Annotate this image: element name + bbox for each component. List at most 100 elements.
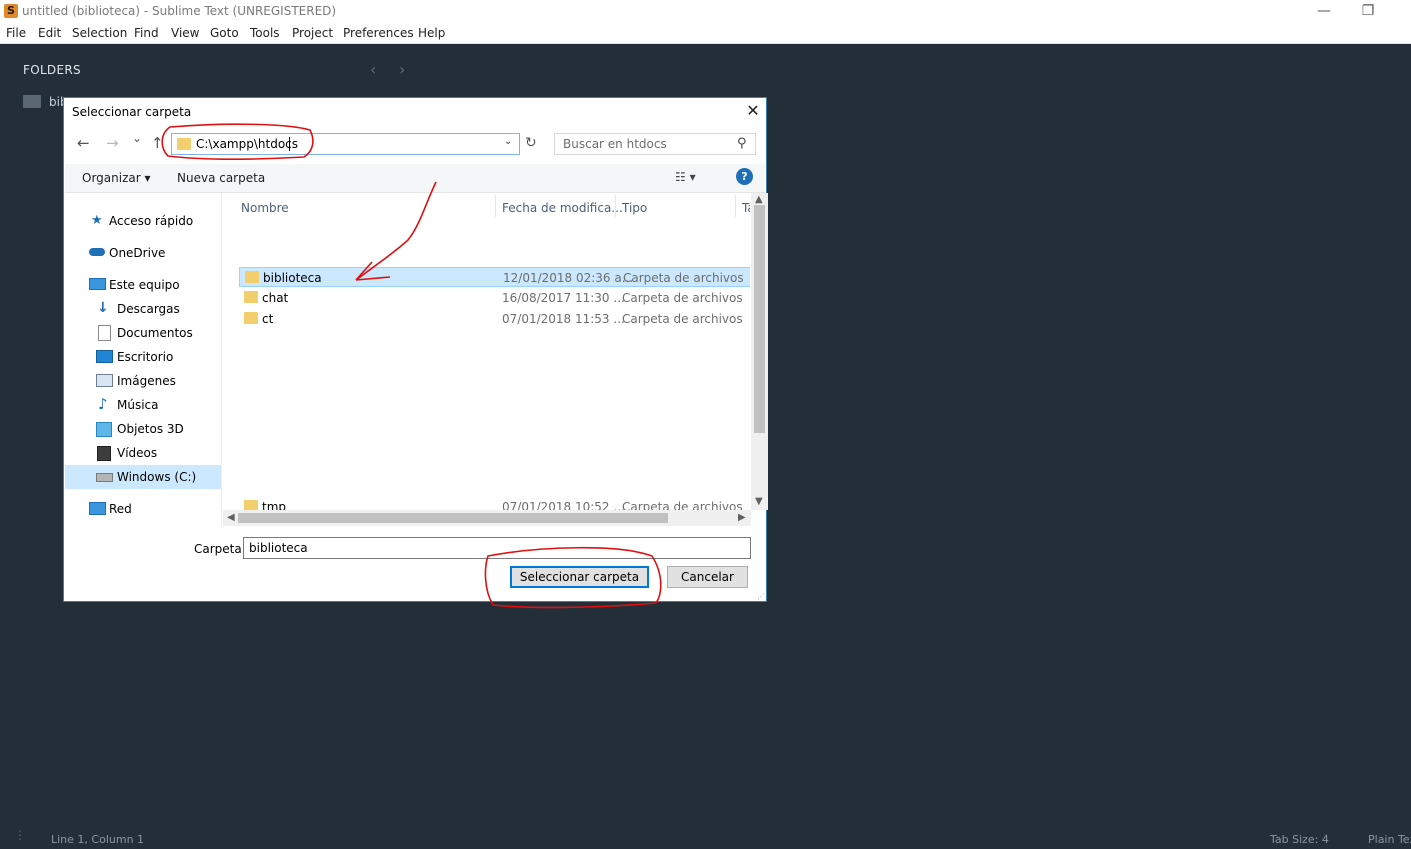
nav-item-music[interactable]: ♪ Música [65,393,221,417]
nav-item-onedrive[interactable]: OneDrive [65,241,221,265]
image-icon [96,374,113,387]
file-name: chat [262,291,289,305]
nav-item-videos[interactable]: Vídeos [65,441,221,465]
scroll-left-arrow-icon[interactable]: ◀ [227,512,235,523]
chevron-down-icon[interactable]: ⌄ [504,136,512,147]
search-input[interactable]: Buscar en htdocs ⚲ [554,133,756,155]
video-icon [97,446,111,461]
file-row-chat[interactable]: chat 16/08/2017 11:30 ... Carpeta de arc… [239,288,750,308]
new-folder-button[interactable]: Nueva carpeta [177,171,265,185]
column-header-type[interactable]: Tipo [622,201,647,215]
close-icon[interactable]: ✕ [740,100,766,122]
file-type: Carpeta de archivos [622,312,743,326]
search-icon[interactable]: ⚲ [737,136,747,151]
sublime-app-icon: S [4,4,18,18]
file-name: biblioteca [263,271,322,285]
file-row-biblioteca[interactable]: biblioteca 12/01/2018 02:36 a... Carpeta… [239,267,750,287]
menu-project[interactable]: Project [292,26,333,40]
horizontal-scrollbar[interactable]: ◀ ▶ [223,510,751,526]
nav-label: Descargas [117,302,180,316]
nav-item-network[interactable]: Red [65,497,221,521]
address-path[interactable]: C:\xampp\htdocs [196,137,298,151]
minimize-button[interactable]: — [1304,2,1344,20]
menu-edit[interactable]: Edit [38,26,61,40]
column-header-size[interactable]: Ta [742,201,750,215]
nav-label: Red [109,502,132,516]
folders-header: FOLDERS [23,63,81,77]
nav-item-documents[interactable]: Documentos [65,321,221,345]
cloud-icon [89,248,105,256]
folder-name-input[interactable]: biblioteca [243,537,751,559]
nav-item-pictures[interactable]: Imágenes [65,369,221,393]
nav-item-desktop[interactable]: Escritorio [65,345,221,369]
scroll-down-arrow-icon[interactable]: ▼ [755,496,763,507]
file-date: 16/08/2017 11:30 ... [502,291,625,305]
menu-help[interactable]: Help [418,26,445,40]
column-divider[interactable] [615,195,616,217]
cancel-button[interactable]: Cancelar [667,566,748,588]
back-arrow-icon[interactable]: ← [77,134,90,152]
address-bar[interactable]: C:\xampp\htdocs ⌄ [171,133,520,155]
column-divider[interactable] [735,195,736,217]
folder-icon [244,291,258,303]
computer-icon [89,278,106,290]
nav-item-this-pc[interactable]: Este equipo [65,273,221,297]
up-arrow-icon[interactable]: ↑ [151,134,164,152]
pane-splitter[interactable] [221,193,222,526]
drive-icon [96,473,113,482]
scroll-up-arrow-icon[interactable]: ▲ [755,194,763,205]
file-date: 07/01/2018 10:52 ... [502,500,625,510]
file-type: Carpeta de archivos [622,291,743,305]
menu-selection[interactable]: Selection [72,26,127,40]
nav-item-downloads[interactable]: ↓ Descargas [65,297,221,321]
folder-icon [177,138,191,150]
horizontal-scroll-thumb[interactable] [238,513,668,523]
column-header-date[interactable]: Fecha de modifica... [502,201,623,215]
refresh-icon[interactable]: ↻ [525,135,537,151]
recent-locations-chevron-icon[interactable]: ⌄ [132,131,142,145]
menu-file[interactable]: File [6,26,26,40]
file-type: Carpeta de archivos [623,271,744,285]
menu-goto[interactable]: Goto [210,26,239,40]
select-folder-dialog: Seleccionar carpeta ✕ ← → ⌄ ↑ C:\xampp\h… [63,97,768,602]
nav-label: Vídeos [117,446,158,460]
cube-icon [96,422,112,437]
menu-find[interactable]: Find [134,26,159,40]
chevron-right-icon[interactable]: › [399,60,405,79]
title-bar: S untitled (biblioteca) - Sublime Text (… [0,0,1411,23]
nav-label: Imágenes [117,374,176,388]
file-row-ct[interactable]: ct 07/01/2018 11:53 ... Carpeta de archi… [239,309,750,329]
scroll-right-arrow-icon[interactable]: ▶ [738,512,746,523]
file-row-tmp[interactable]: tmp 07/01/2018 10:52 ... Carpeta de arch… [239,497,750,510]
nav-label: Objetos 3D [117,422,184,436]
desktop-icon [96,350,113,363]
nav-item-windows-c[interactable]: Windows (C:) [65,465,221,489]
folder-icon [23,95,41,108]
folder-icon [244,500,258,510]
menu-bar: File Edit Selection Find View Goto Tools… [0,23,1411,44]
chevron-left-icon[interactable]: ‹ [370,60,376,79]
nav-item-quick-access[interactable]: ★ Acceso rápido [65,209,221,233]
text-caret [289,137,290,151]
help-icon[interactable]: ? [736,168,753,185]
resize-grip-icon[interactable]: ⋰ [757,592,765,601]
syntax-status[interactable]: Plain Tex [1368,833,1411,846]
menu-tools[interactable]: Tools [250,26,280,40]
tab-size-status[interactable]: Tab Size: 4 [1270,833,1329,846]
select-folder-button[interactable]: Seleccionar carpeta [510,566,649,588]
vertical-scroll-thumb[interactable] [754,205,765,433]
restore-button[interactable]: ❐ [1348,2,1388,20]
nav-item-3d-objects[interactable]: Objetos 3D [65,417,221,441]
view-options-icon[interactable]: ☷ ▾ [675,170,696,184]
network-icon [89,502,106,515]
menu-preferences[interactable]: Preferences [343,26,414,40]
forward-arrow-icon[interactable]: → [106,134,119,152]
panel-grip-icon[interactable]: ⋮ [14,829,26,841]
column-divider[interactable] [495,195,496,217]
column-header-name[interactable]: Nombre [241,201,289,215]
nav-label: Windows (C:) [117,470,197,484]
file-date: 12/01/2018 02:36 a... [503,271,634,285]
organize-button[interactable]: Organizar ▾ [82,171,151,185]
menu-view[interactable]: View [171,26,199,40]
vertical-scrollbar[interactable]: ▲ ▼ [751,193,768,510]
